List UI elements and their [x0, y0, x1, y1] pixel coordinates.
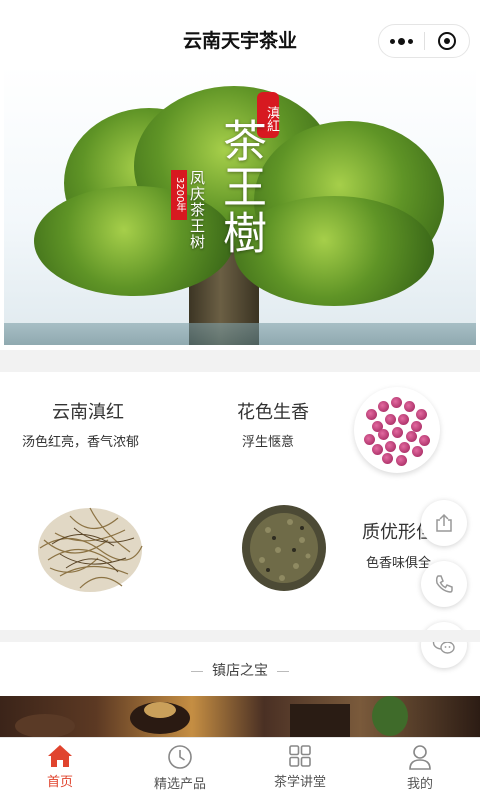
tab-label: 首页	[46, 775, 73, 790]
dianhong-tea-image[interactable]	[30, 488, 150, 603]
rose-tea-image[interactable]	[354, 387, 440, 473]
phone-icon	[435, 575, 453, 593]
section-title: 镇店之宝	[212, 663, 268, 679]
feature-desc: 汤色红亮，香气浓郁	[22, 435, 140, 450]
header-line-right	[277, 670, 289, 672]
feature-desc: 色香味俱全	[366, 556, 432, 571]
banner-image[interactable]: 滇紅 茶王樹 凤庆茶王树 3200年	[4, 66, 476, 345]
tab-products[interactable]: 精选产品	[120, 738, 240, 800]
featured-product-image[interactable]	[0, 696, 480, 738]
user-icon	[409, 745, 431, 770]
clock-icon	[168, 745, 192, 769]
section-divider	[0, 630, 480, 642]
green-tea-image[interactable]	[238, 500, 330, 595]
tab-bar: 首页 精选产品 茶学讲堂 我的	[0, 737, 480, 800]
banner-title: 茶王樹	[215, 118, 266, 256]
mini-program-capsule	[378, 24, 470, 58]
feature-title: 花色生香	[237, 402, 309, 423]
close-target-icon[interactable]	[425, 25, 469, 57]
header-line-left	[191, 670, 203, 672]
banner-age-tag: 3200年	[171, 170, 187, 220]
tab-home[interactable]: 首页	[0, 738, 120, 800]
section-divider	[0, 350, 480, 372]
tab-mine[interactable]: 我的	[360, 738, 480, 800]
grid-icon	[289, 745, 311, 767]
feature-desc: 浮生惬意	[242, 435, 295, 450]
more-menu-icon[interactable]	[379, 25, 424, 57]
share-button[interactable]	[421, 500, 467, 546]
tab-tea-lectures[interactable]: 茶学讲堂	[240, 738, 360, 800]
feature-title: 云南滇红	[52, 402, 124, 423]
tab-label: 茶学讲堂	[273, 775, 326, 790]
banner-subtitle: 凤庆茶王树	[188, 170, 206, 250]
section-header: 镇店之宝	[0, 660, 480, 680]
share-icon	[436, 513, 452, 532]
tab-label: 精选产品	[153, 777, 206, 792]
navigation-bar: 云南天宇茶业	[0, 0, 480, 66]
tab-label: 我的	[406, 777, 433, 792]
ground	[4, 323, 476, 345]
home-icon	[48, 745, 72, 767]
phone-button[interactable]	[421, 561, 467, 607]
